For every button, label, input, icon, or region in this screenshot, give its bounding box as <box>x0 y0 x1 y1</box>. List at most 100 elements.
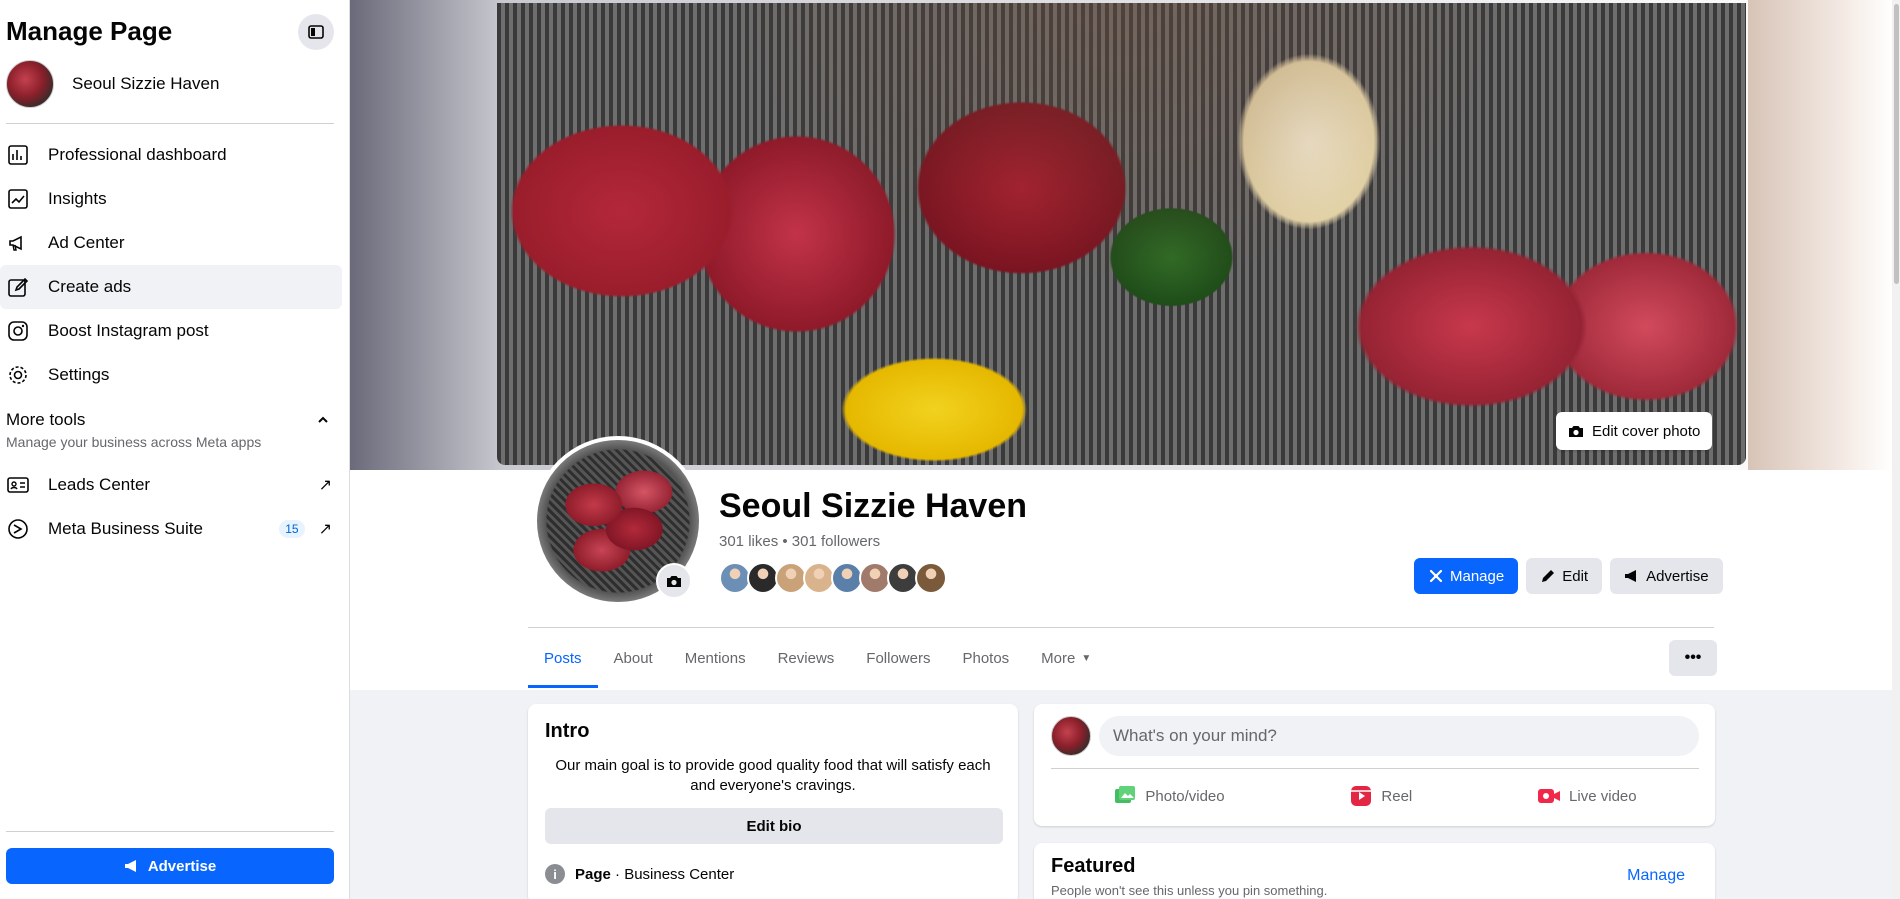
camera-icon <box>1569 426 1583 437</box>
live-video-label: Live video <box>1569 787 1637 805</box>
page-category: · Business Center <box>610 865 735 883</box>
intro-card: Intro Our main goal is to provide good q… <box>528 704 1018 899</box>
tab-more[interactable]: More ▼ <box>1025 628 1107 688</box>
edit-cover-photo-button[interactable]: Edit cover photo <box>1556 412 1713 450</box>
sidebar-item-ad-center[interactable]: Ad Center <box>0 221 342 265</box>
more-tools-title: More tools <box>6 410 86 429</box>
sidebar-item-label: Ad Center <box>48 233 125 252</box>
external-link-icon: ↗ <box>318 521 332 538</box>
page-category-row: i Page · Business Center <box>545 864 734 884</box>
sidebar-item-label: Create ads <box>48 277 132 296</box>
sidebar-page-switcher[interactable]: Seoul Sizzie Haven <box>6 60 219 108</box>
sidebar-item-label: Professional dashboard <box>48 145 227 164</box>
intro-bio-text: Our main goal is to provide good quality… <box>555 757 991 794</box>
whats-on-your-mind-input[interactable]: What's on your mind? <box>1099 716 1699 756</box>
tab-about[interactable]: About <box>598 628 669 688</box>
composer-avatar[interactable] <box>1051 716 1091 756</box>
featured-card: Featured People won't see this unless yo… <box>1034 843 1715 899</box>
manage-button[interactable]: Manage <box>1414 558 1519 594</box>
sidebar-divider <box>6 831 334 832</box>
sidebar-item-label: Insights <box>48 189 107 208</box>
follower-avatar[interactable] <box>915 562 947 594</box>
photo-video-label: Photo/video <box>1145 787 1225 805</box>
page-actions: Manage Edit Advertise <box>1414 558 1723 594</box>
sidebar-item-insights[interactable]: Insights <box>0 177 342 221</box>
sidebar-item-professional-dashboard[interactable]: Professional dashboard <box>0 133 342 177</box>
more-options-button[interactable]: ••• <box>1669 640 1717 676</box>
info-icon: i <box>545 864 565 884</box>
notification-badge: 15 <box>279 520 305 538</box>
advertise-label: Advertise <box>1646 567 1709 585</box>
featured-title: Featured <box>1051 855 1136 877</box>
photo-icon <box>1115 786 1136 803</box>
profile-header: Edit cover photo Seoul Sizzie Haven 301 … <box>350 0 1892 690</box>
page-title: Seoul Sizzie Haven <box>719 487 1027 525</box>
edit-label: Edit <box>1562 567 1589 585</box>
featured-subtitle: People won't see this unless you pin som… <box>1051 883 1328 898</box>
tab-followers[interactable]: Followers <box>850 628 946 688</box>
update-profile-picture-button[interactable] <box>656 563 692 599</box>
more-tools-section[interactable]: More tools Manage your business across M… <box>6 410 334 450</box>
tab-more-label: More <box>1041 649 1076 667</box>
sidebar-toggle-icon <box>308 25 324 39</box>
photo-video-button[interactable]: Photo/video <box>1113 784 1225 808</box>
sidebar-page-name: Seoul Sizzie Haven <box>72 74 220 93</box>
megaphone-icon <box>6 231 30 255</box>
sidebar-title: Manage Page <box>6 16 173 46</box>
sidebar-advertise-button[interactable]: Advertise <box>6 848 334 884</box>
post-composer: What's on your mind? Photo/video Reel Li… <box>1034 704 1715 826</box>
more-tools-subtitle: Manage your business across Meta apps <box>6 434 262 450</box>
collapse-sidebar-button[interactable] <box>298 14 334 50</box>
sidebar-item-leads-center[interactable]: Leads Center ↗ <box>0 463 342 507</box>
tab-reviews[interactable]: Reviews <box>762 628 851 688</box>
cover-shade <box>497 3 1746 465</box>
edit-button[interactable]: Edit <box>1526 558 1603 594</box>
featured-manage-link[interactable]: Manage <box>1627 867 1685 885</box>
tab-posts[interactable]: Posts <box>528 628 598 688</box>
tab-photos[interactable]: Photos <box>946 628 1025 688</box>
manage-label: Manage <box>1450 567 1505 585</box>
page-scrollbar-thumb[interactable] <box>1894 4 1899 284</box>
sidebar-item-label: Settings <box>48 365 110 384</box>
sidebar-item-label: Leads Center <box>48 475 151 494</box>
edit-cover-label: Edit cover photo <box>1592 422 1701 440</box>
sidebar-item-boost-instagram[interactable]: Boost Instagram post <box>0 309 342 353</box>
pencil-icon <box>6 275 30 299</box>
instagram-icon <box>6 319 30 343</box>
reel-button[interactable]: Reel <box>1349 784 1412 808</box>
sidebar-item-create-ads[interactable]: Create ads <box>0 265 342 309</box>
advertise-button[interactable]: Advertise <box>1610 558 1723 594</box>
composer-divider <box>1051 768 1699 769</box>
edit-bio-button[interactable]: Edit bio <box>545 808 1003 844</box>
advertise-label: Advertise <box>147 857 217 875</box>
cover-photo[interactable] <box>497 3 1746 465</box>
tools-nav: Leads Center ↗ Meta Business Suite 15 ↗ <box>0 463 350 551</box>
page-label: Page <box>575 865 611 883</box>
sidebar-item-meta-business-suite[interactable]: Meta Business Suite 15 ↗ <box>0 507 342 551</box>
page-stats[interactable]: 301 likes • 301 followers <box>719 533 880 550</box>
page-avatar <box>6 60 54 108</box>
tab-mentions[interactable]: Mentions <box>669 628 762 688</box>
megaphone-icon <box>1625 570 1637 582</box>
cover-backdrop-right <box>1748 0 1892 470</box>
follower-avatars[interactable] <box>719 562 947 594</box>
megaphone-icon <box>124 860 136 872</box>
composer-actions: Photo/video Reel Live video <box>1051 776 1699 816</box>
live-video-icon <box>1538 789 1561 803</box>
pencil-icon <box>1542 570 1555 582</box>
sidebar-item-settings[interactable]: Settings <box>0 353 342 397</box>
page-tabs: Posts About Mentions Reviews Followers P… <box>528 628 1107 688</box>
sidebar-item-label: Meta Business Suite <box>48 519 203 538</box>
sidebar-divider <box>6 123 334 124</box>
live-video-button[interactable]: Live video <box>1537 784 1637 808</box>
tools-icon <box>1429 569 1443 583</box>
intro-title: Intro <box>545 720 590 742</box>
chevron-up-icon[interactable] <box>316 413 330 427</box>
manage-page-sidebar: Manage Page Seoul Sizzie Haven Professio… <box>0 0 350 899</box>
gear-icon <box>6 363 30 387</box>
reel-label: Reel <box>1381 787 1413 805</box>
external-link-icon: ↗ <box>318 477 332 494</box>
reel-icon <box>1351 786 1372 806</box>
camera-icon <box>667 576 681 587</box>
sidebar-item-label: Boost Instagram post <box>48 321 209 340</box>
